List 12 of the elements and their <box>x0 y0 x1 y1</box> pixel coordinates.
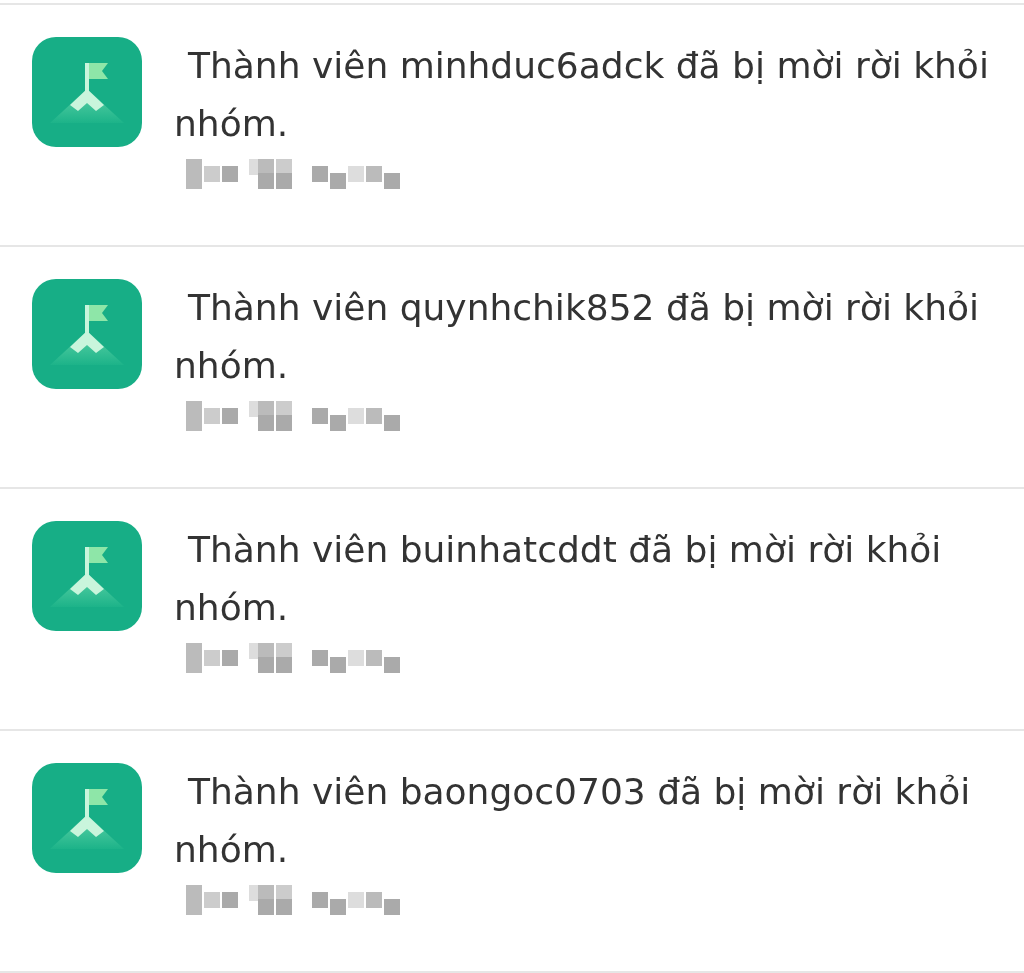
notification-message: Thành viên minhduc6adck đã bị mời rời khỏi nhóm. <box>174 44 990 146</box>
mountain-flag-icon <box>32 763 142 873</box>
notification-item[interactable]: Thành viên minhduc6adck đã bị mời rời khỏi nhóm. <box>0 5 1024 247</box>
mountain-flag-icon <box>32 37 142 147</box>
notification-message: Thành viên buinhatcddt đã bị mời rời khỏi nhóm. <box>174 528 943 630</box>
mountain-flag-icon <box>32 521 142 631</box>
notification-item[interactable]: Thành viên quynhchik852 đã bị mời rời khỏi nhóm. <box>0 247 1024 489</box>
notification-message: Thành viên quynhchik852 đã bị mời rời khỏi nhóm. <box>174 286 981 388</box>
notification-item[interactable]: Thành viên baongoc0703 đã bị mời rời khỏi nhóm. <box>0 731 1024 973</box>
mountain-flag-icon <box>32 279 142 389</box>
notification-message: Thành viên baongoc0703 đã bị mời rời khỏi nhóm. <box>174 770 972 872</box>
notification-item[interactable]: Thành viên buinhatcddt đã bị mời rời khỏi nhóm. <box>0 489 1024 731</box>
